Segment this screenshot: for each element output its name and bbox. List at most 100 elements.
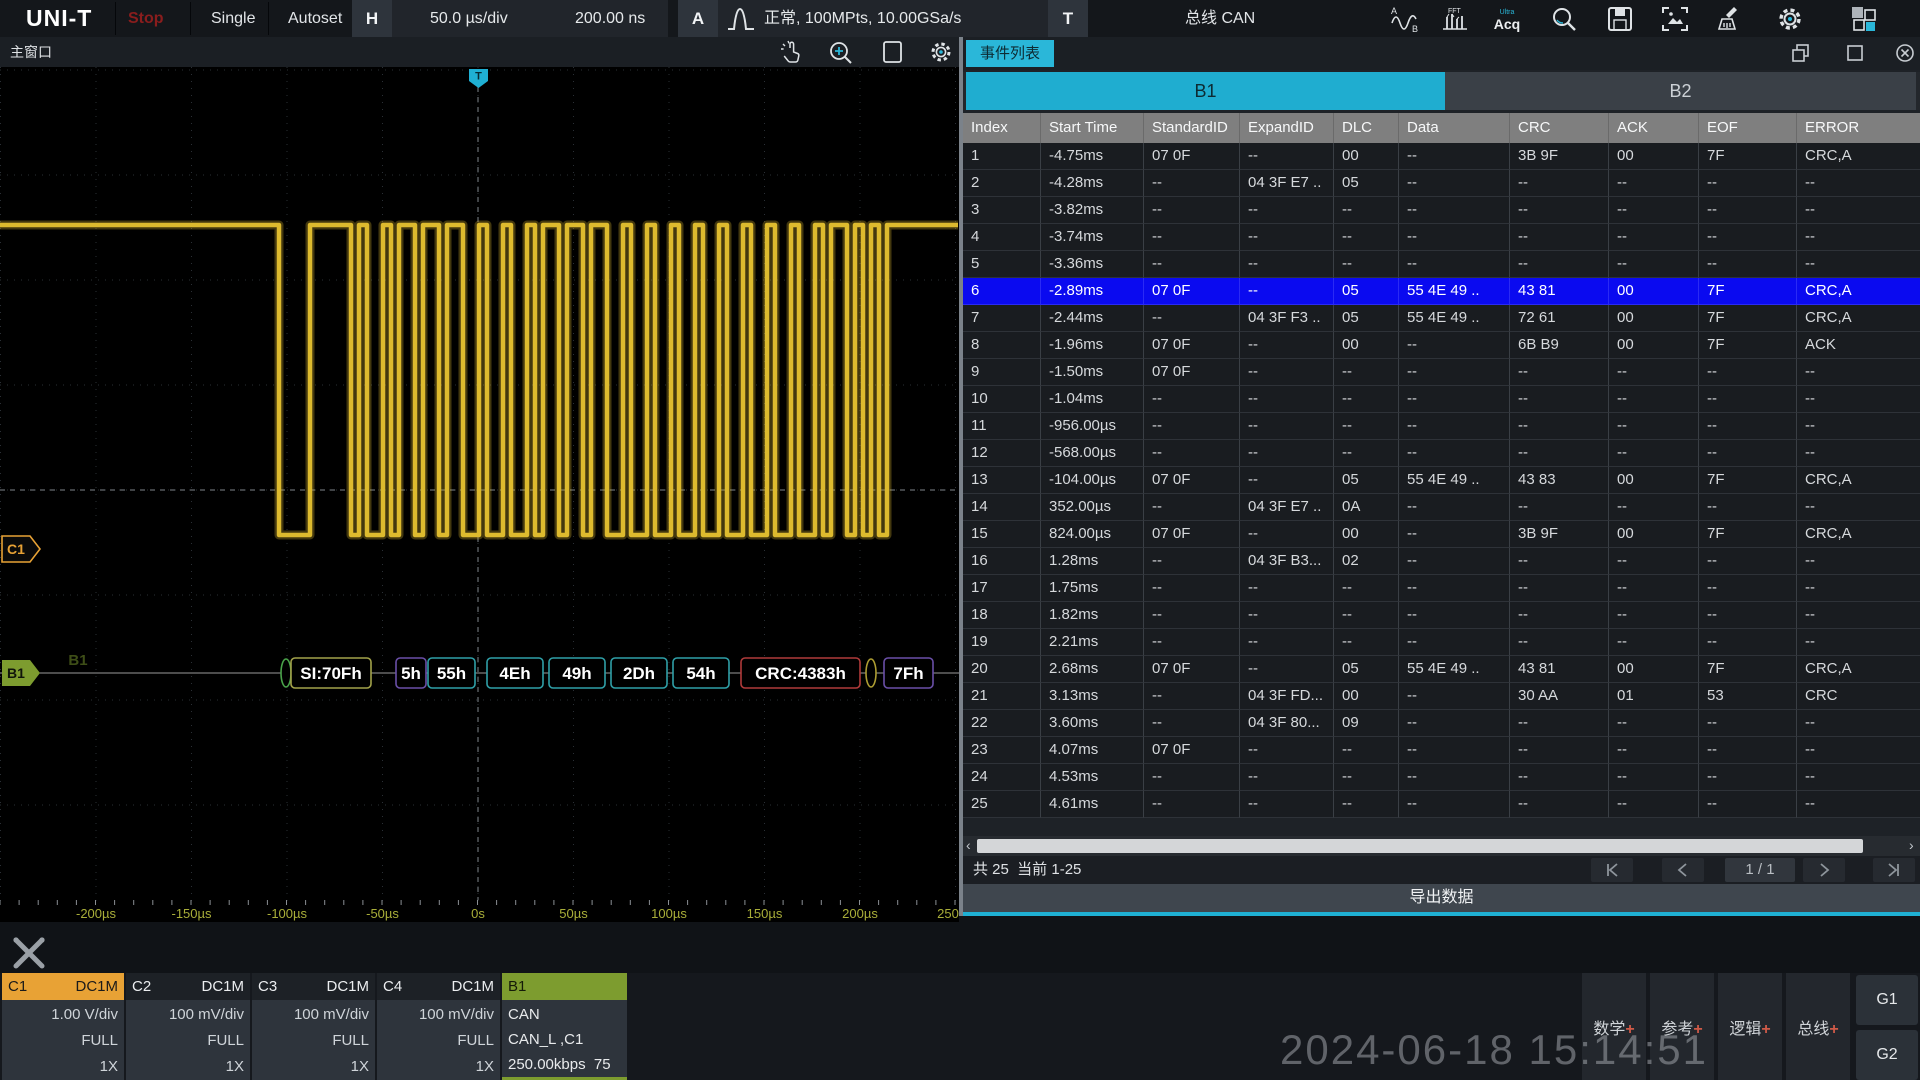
event-row-4[interactable]: 4 -3.74ms -- -- -- -- -- -- -- -- (963, 224, 1920, 251)
acquire-button[interactable]: A (678, 0, 718, 37)
last-page-button[interactable] (1873, 858, 1915, 882)
timebase-panel[interactable]: 50.0 µs/div 200.00 ns (392, 0, 668, 37)
event-row-24[interactable]: 24 4.53ms -- -- -- -- -- -- -- -- (963, 764, 1920, 791)
cell: -- (1144, 602, 1240, 629)
channel-block-c1[interactable]: C1 DC1M 1.00 V/div FULL 1X (2, 973, 124, 1080)
event-row-19[interactable]: 19 2.21ms -- -- -- -- -- -- -- -- (963, 629, 1920, 656)
plus-glyph: + (1693, 1021, 1703, 1038)
bus-status-label[interactable]: 总线 CAN (1185, 0, 1255, 37)
maximize-icon[interactable] (1845, 43, 1865, 63)
cell: 824.00µs (1041, 521, 1144, 548)
scroll-left-arrow[interactable]: ‹ (966, 836, 971, 856)
event-row-13[interactable]: 13 -104.00µs 07 0F -- 05 55 4E 49 .. 43 83 00 7F… (963, 467, 1920, 494)
event-row-7[interactable]: 7 -2.44ms -- 04 3F F3 .. 05 55 4E 49 .. 72 61 0… (963, 305, 1920, 332)
autoset-button[interactable]: Autoset (288, 0, 342, 37)
axis-label: -150µs (171, 906, 212, 921)
g1-button[interactable]: G1 (1856, 975, 1918, 1025)
cell: CRC (1797, 683, 1920, 710)
event-row-15[interactable]: 15 824.00µs 07 0F -- 00 -- 3B 9F 00 7F CRC,A (963, 521, 1920, 548)
event-list-tab[interactable]: 事件列表 (966, 40, 1055, 67)
tab-b2[interactable]: B2 (1445, 72, 1916, 110)
channel-block-c4[interactable]: C4 DC1M 100 mV/div FULL 1X (377, 973, 500, 1080)
cell: -- (1399, 143, 1510, 170)
event-row-20[interactable]: 20 2.68ms 07 0F -- 05 55 4E 49 .. 43 81 00 7F CRC… (963, 656, 1920, 683)
add-button-2[interactable]: 逻辑+ (1716, 973, 1782, 1080)
first-page-button[interactable] (1591, 858, 1633, 882)
prev-page-button[interactable] (1662, 858, 1704, 882)
event-row-5[interactable]: 5 -3.36ms -- -- -- -- -- -- -- -- (963, 251, 1920, 278)
cell: -- (1399, 683, 1510, 710)
cell: 53 (1699, 683, 1797, 710)
acq-ultra-icon[interactable]: Ultra Acq (1490, 5, 1524, 33)
bus-info-line: 250.00kbps 75 (508, 1056, 611, 1073)
event-row-1[interactable]: 1 -4.75ms 07 0F -- 00 -- 3B 9F 00 7F CRC,A (963, 143, 1920, 170)
g2-button[interactable]: G2 (1856, 1030, 1918, 1080)
event-row-6[interactable]: 6 -2.89ms 07 0F -- 05 55 4E 49 .. 43 81 00 7F CRC… (963, 278, 1920, 305)
event-row-25[interactable]: 25 4.61ms -- -- -- -- -- -- -- -- (963, 791, 1920, 818)
add-button-3[interactable]: 总线+ (1784, 973, 1850, 1080)
next-page-button[interactable] (1803, 858, 1845, 882)
add-button-0[interactable]: 数学+ (1580, 973, 1646, 1080)
tab-b1[interactable]: B1 (966, 72, 1445, 110)
timebase-value[interactable]: 50.0 µs/div (430, 0, 508, 37)
cell: -- (1240, 737, 1334, 764)
settings-icon[interactable] (1776, 5, 1806, 33)
acquisition-panel[interactable]: 正常, 100MPts, 10.00GSa/s (718, 0, 1048, 37)
export-data-button[interactable]: 导出数据 (963, 884, 1920, 912)
run-stop-button[interactable]: Stop (128, 0, 164, 37)
cell: 2.68ms (1041, 656, 1144, 683)
event-row-11[interactable]: 11 -956.00µs -- -- -- -- -- -- -- -- (963, 413, 1920, 440)
event-row-22[interactable]: 22 3.60ms -- 04 3F 80... 09 -- -- -- -- -- (963, 710, 1920, 737)
horizontal-button[interactable]: H (352, 0, 392, 37)
event-row-9[interactable]: 9 -1.50ms 07 0F -- -- -- -- -- -- -- (963, 359, 1920, 386)
event-row-12[interactable]: 12 -568.00µs -- -- -- -- -- -- -- -- (963, 440, 1920, 467)
screenshot-icon[interactable] (1661, 5, 1691, 33)
uni-t-logo: UNI-T (26, 5, 93, 31)
single-button[interactable]: Single (211, 0, 255, 37)
scroll-right-arrow[interactable]: › (1909, 836, 1914, 856)
rect-select-icon[interactable] (880, 40, 906, 64)
event-row-17[interactable]: 17 1.75ms -- -- -- -- -- -- -- -- (963, 575, 1920, 602)
tools-icon[interactable] (8, 930, 50, 974)
channel-id: C1 (8, 978, 28, 995)
cell: -- (1797, 359, 1920, 386)
touch-icon[interactable] (778, 40, 804, 64)
bus-block-b1[interactable]: B1 CAN CAN_L ,C1 250.00kbps 75 (502, 973, 627, 1080)
bus-tabs: B1 B2 (963, 72, 1920, 110)
event-row-14[interactable]: 14 352.00µs -- 04 3F E7 .. 0A -- -- -- -- -- (963, 494, 1920, 521)
event-row-23[interactable]: 23 4.07ms 07 0F -- -- -- -- -- -- -- (963, 737, 1920, 764)
event-row-3[interactable]: 3 -3.82ms -- -- -- -- -- -- -- -- (963, 197, 1920, 224)
event-row-16[interactable]: 16 1.28ms -- 04 3F B3... 02 -- -- -- -- -- (963, 548, 1920, 575)
layout-icon[interactable] (1848, 5, 1878, 33)
search-icon[interactable] (1550, 5, 1580, 33)
zoom-in-icon[interactable] (828, 40, 854, 64)
cell: 07 0F (1144, 143, 1240, 170)
trigger-button[interactable]: T (1048, 0, 1088, 37)
close-icon[interactable] (1895, 43, 1915, 63)
horizontal-scrollbar[interactable]: ‹ › (963, 836, 1920, 856)
cell: -- (1609, 224, 1699, 251)
add-button-1[interactable]: 参考+ (1648, 973, 1714, 1080)
event-row-21[interactable]: 21 3.13ms -- 04 3F FD... 00 -- 30 AA 01 53 CRC (963, 683, 1920, 710)
gear-icon[interactable] (928, 40, 954, 64)
event-row-18[interactable]: 18 1.82ms -- -- -- -- -- -- -- -- (963, 602, 1920, 629)
restore-icon[interactable] (1791, 43, 1811, 63)
event-row-8[interactable]: 8 -1.96ms 07 0F -- 00 -- 6B B9 00 7F ACK (963, 332, 1920, 359)
cell: -- (1334, 602, 1399, 629)
cell: 7F (1699, 467, 1797, 494)
save-icon[interactable] (1606, 5, 1636, 33)
measure-icon[interactable]: A B (1390, 5, 1420, 33)
delay-value[interactable]: 200.00 ns (575, 0, 645, 37)
channel-block-c2[interactable]: C2 DC1M 100 mV/div FULL 1X (126, 973, 250, 1080)
channel-block-c3[interactable]: C3 DC1M 100 mV/div FULL 1X (252, 973, 375, 1080)
event-row-2[interactable]: 2 -4.28ms -- 04 3F E7 .. 05 -- -- -- -- -- (963, 170, 1920, 197)
cell: -4.75ms (1041, 143, 1144, 170)
event-row-10[interactable]: 10 -1.04ms -- -- -- -- -- -- -- -- (963, 386, 1920, 413)
column-header-crc: CRC (1510, 113, 1609, 143)
cell: -568.00µs (1041, 440, 1144, 467)
channel-info-line: 1X (475, 1058, 494, 1075)
scrollbar-thumb[interactable] (977, 839, 1863, 853)
fft-icon[interactable]: FFT (1440, 5, 1470, 33)
brush-icon[interactable] (1716, 5, 1746, 33)
waveform-display[interactable]: -200µs -150µs -100µs -50µs 0s 50µs 100µs 150µs 2… (0, 67, 973, 922)
